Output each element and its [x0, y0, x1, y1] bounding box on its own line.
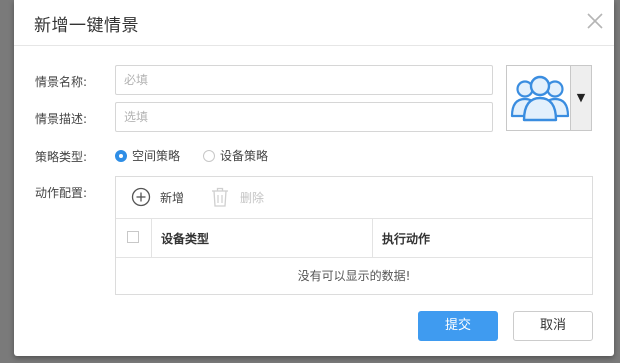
radio-dot[interactable]: [203, 149, 215, 162]
close-icon[interactable]: [585, 11, 605, 31]
delete-button-label: 删除: [240, 190, 265, 205]
description-input[interactable]: [115, 102, 493, 132]
name-input[interactable]: [115, 65, 493, 95]
cancel-button[interactable]: 取消: [513, 311, 593, 341]
avatar-picker[interactable]: ▼: [506, 65, 592, 131]
description-label: 情景描述:: [35, 112, 88, 126]
radio-device-strategy[interactable]: 设备策略: [203, 147, 268, 164]
plus-circle-icon: [131, 187, 151, 207]
radio-dot[interactable]: [115, 149, 127, 162]
action-table: 新增 删除 设备类型 执行动作 没有可以显示的数据!: [115, 176, 593, 295]
name-label: 情景名称:: [35, 75, 88, 89]
column-divider: [151, 218, 152, 257]
submit-button[interactable]: 提交: [418, 311, 498, 341]
user-group-icon: [510, 75, 570, 122]
column-header-device-type[interactable]: 设备类型: [161, 230, 209, 247]
column-header-action[interactable]: 执行动作: [382, 230, 430, 247]
empty-message: 没有可以显示的数据!: [297, 269, 411, 283]
action-config-label: 动作配置:: [35, 186, 88, 200]
dialog-header: 新增一键情景: [14, 0, 614, 46]
select-all-checkbox[interactable]: [127, 231, 139, 243]
strategy-label: 策略类型:: [35, 150, 88, 164]
radio-space-strategy[interactable]: 空间策略: [115, 147, 180, 164]
radio-label: 设备策略: [220, 149, 269, 163]
add-button[interactable]: 新增: [131, 187, 184, 207]
add-button-label: 新增: [160, 190, 185, 205]
action-toolbar: 新增 删除: [116, 177, 592, 219]
column-divider: [372, 218, 373, 257]
chevron-down-icon[interactable]: ▼: [570, 66, 591, 130]
dialog: 新增一键情景 情景名称: 情景描述: ▼ 策略类型: 空间策略: [14, 0, 614, 356]
table-header: 设备类型 执行动作: [116, 218, 592, 258]
trash-icon: [212, 187, 228, 207]
delete-button[interactable]: 删除: [211, 187, 264, 207]
dialog-title: 新增一键情景: [34, 16, 139, 36]
radio-label: 空间策略: [132, 149, 181, 163]
